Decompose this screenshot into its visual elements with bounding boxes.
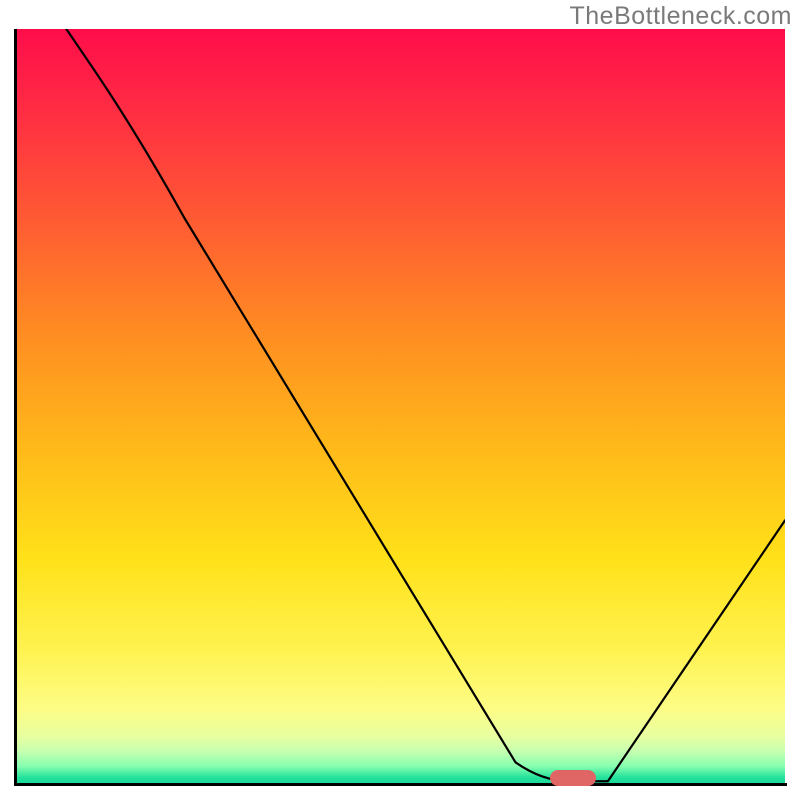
x-axis-line bbox=[14, 783, 787, 786]
watermark-text: TheBottleneck.com bbox=[570, 2, 793, 31]
optimal-range-marker bbox=[550, 770, 596, 786]
y-axis-line bbox=[14, 29, 17, 785]
heat-gradient-background bbox=[15, 29, 785, 785]
